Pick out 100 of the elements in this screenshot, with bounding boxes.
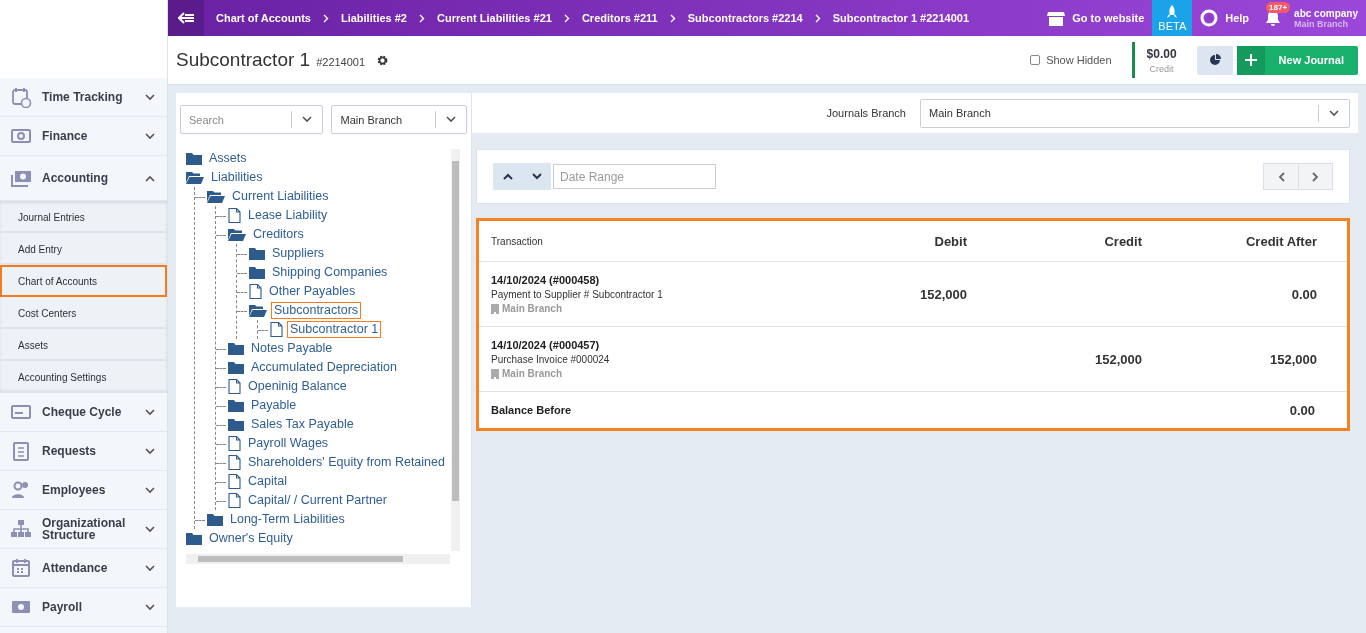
sidebar-item[interactable]: Cost Centers [0,297,167,329]
breadcrumb-link[interactable]: Subcontractor 1 #2214001 [832,12,970,24]
rocket-icon [1167,4,1178,19]
sidebar-group[interactable]: Finance [0,117,167,156]
vertical-scrollbar[interactable] [451,149,460,551]
settings-icon[interactable] [377,54,389,66]
tree-item[interactable]: Assets [206,150,250,167]
transaction-description: Payment to Supplier # Subcontractor 1 [491,289,664,300]
tree-item[interactable]: Capital/ / Current Partner [245,492,390,509]
company-name[interactable]: abc company [1294,7,1358,19]
sidebar-item[interactable]: Assets [0,329,167,361]
chevron-right-icon [322,13,329,23]
column-header: Credit [1103,233,1142,249]
tree-item[interactable]: Other Payables [266,283,359,300]
horizontal-scrollbar[interactable] [186,554,450,564]
sidebar-item[interactable]: Accounting Settings [0,361,167,393]
journals-branch-select[interactable]: Main Branch [920,98,1350,128]
file-icon [228,455,241,470]
column-header: Transaction [491,235,544,247]
tree-item[interactable]: Current Liabilities [229,188,332,205]
chevron-right-icon [418,13,425,23]
pie-chart-icon [1208,54,1221,66]
balance-before-label: Balance Before [491,404,573,416]
notification-badge: 187+ [1266,2,1291,13]
tree-item[interactable]: Long-Term Liabilities [227,511,348,528]
chevron-down-icon [446,116,456,123]
tree-item[interactable]: Notes Payable [248,340,336,357]
chevron-right-icon [669,13,676,23]
sidebar-item[interactable]: Chart of Accounts [0,265,167,297]
tree-item[interactable]: Owner's Equity [206,530,296,547]
debit-value: 152,000 [920,286,967,302]
go-to-website-link[interactable]: Go to website [1039,0,1153,36]
transaction-date: 14/10/2024 (#000458) [491,274,601,286]
credit-value: 152,000 [1095,351,1142,367]
journals-branch-label: Journals Branch [826,107,906,119]
sidebar-group[interactable]: Cheque Cycle [0,393,167,432]
store-icon [1047,10,1066,26]
page-title: Subcontractor 1 [176,49,311,71]
tree-item[interactable]: Capital [245,473,290,490]
tree-item[interactable]: Openinig Balance [245,378,350,395]
tree-item[interactable]: Accumulated Depreciation [248,359,400,376]
chevron-down-icon [531,173,542,180]
back-button[interactable] [168,0,204,36]
tree-item[interactable]: Payroll Wages [245,435,332,452]
account-code: #2214001 [316,56,366,68]
tree-item[interactable]: Subcontractors [271,302,362,319]
building-icon [491,303,499,314]
help-link[interactable]: Help [1192,0,1258,36]
sidebar-group[interactable]: Employees [0,471,167,510]
tree-item[interactable]: Creditors [250,226,307,243]
tree-item[interactable]: Payable [248,397,300,414]
chevron-left-icon [1277,171,1285,182]
transaction-date: 14/10/2024 (#000457) [491,339,601,351]
chart-button[interactable] [1196,45,1233,75]
branch-select[interactable]: Main Branch [331,105,467,134]
sidebar-group[interactable]: Attendance [0,549,167,588]
chevron-up-icon [502,173,513,180]
chevron-right-icon [814,13,821,23]
menu-item-icon [10,557,32,579]
file-icon [228,474,241,489]
file-icon [228,493,241,508]
date-range-field[interactable]: Date Range [553,164,716,189]
credit-after-value: 152,000 [1270,351,1317,367]
breadcrumb-link[interactable]: Current Liabilities #21 [436,12,552,24]
branch-name: Main Branch [1294,18,1349,29]
credit-after-value: 0.00 [1291,286,1317,302]
sidebar-group[interactable]: Organizational Structure [0,510,167,549]
breadcrumb-link[interactable]: Chart of Accounts [216,12,311,24]
balance-label: Credit [1149,63,1174,74]
notifications-button[interactable]: 187+ abc company Main Branch [1257,0,1366,36]
breadcrumb-link[interactable]: Liabilities #2 [340,12,407,24]
sidebar-group[interactable]: Payroll [0,588,167,627]
tree-item[interactable]: Sales Tax Payable [248,416,357,433]
file-icon [249,284,262,299]
search-field[interactable]: Search [180,105,324,134]
plus-icon [1244,54,1257,66]
sidebar-group[interactable]: Requests [0,432,167,471]
file-icon [270,322,283,337]
sidebar-item[interactable]: Journal Entries [0,201,167,233]
breadcrumb-link[interactable]: Subcontractors #2214 [687,12,803,24]
tree-item[interactable]: Shareholders' Equity from Retained [245,454,448,471]
checkbox-box[interactable] [1030,55,1041,65]
transaction-description: Purchase Invoice #000024 [491,354,611,365]
menu-item-icon [10,440,32,462]
chevron-right-icon [1312,171,1319,182]
column-header: Debit [933,233,967,249]
file-icon [228,379,241,394]
tree-item[interactable]: Suppliers [269,245,328,262]
sidebar-item[interactable]: Add Entry [0,233,167,265]
tree-item[interactable]: Subcontractor 1 [287,321,382,338]
sidebar-group[interactable]: Time Tracking [0,78,167,117]
show-hidden-checkbox[interactable]: Show Hidden [1030,54,1112,66]
tree-item[interactable]: Shipping Companies [269,264,391,281]
tree-item[interactable]: Liabilities [208,169,266,186]
file-icon [228,436,241,451]
chevron-down-icon [302,116,313,123]
menu-item-icon [10,518,32,540]
building-icon [491,368,499,379]
tree-item[interactable]: Lease Liability [245,207,331,224]
breadcrumb-link[interactable]: Creditors #211 [581,12,658,24]
